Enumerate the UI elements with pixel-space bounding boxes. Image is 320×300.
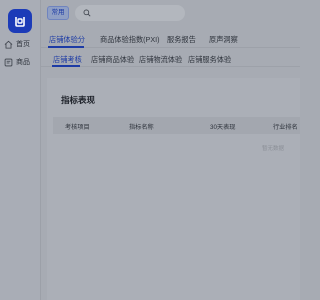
sidebar-item-label: 商品 (16, 59, 30, 66)
app-logo-icon[interactable] (8, 9, 32, 33)
tab-shop-service-experience[interactable]: 店铺服务体验 (188, 55, 231, 65)
product-icon (4, 58, 13, 66)
sidebar-item-label: 首页 (16, 41, 30, 48)
tab-service-report[interactable]: 服务报告 (167, 35, 196, 45)
tab-shop-logistics-experience[interactable]: 店铺物流体验 (139, 55, 182, 65)
tab-shop-experience-score[interactable]: 店铺体验分 (49, 35, 85, 45)
section-title: 指标表现 (61, 95, 96, 105)
logo-glyph-icon (15, 17, 25, 27)
tab-shop-assessment[interactable]: 店铺考核 (53, 55, 82, 65)
main-content: 店铺体验分 商品体验指数(PXI) 服务报告 原声洞察 店铺考核 店铺商品体验 … (41, 28, 300, 300)
secondary-tabs: 店铺考核 店铺商品体验 店铺物流体验 店铺服务体验 (41, 49, 300, 67)
frequent-tag[interactable]: 常用 (47, 6, 69, 20)
tab-shop-product-experience[interactable]: 店铺商品体验 (91, 55, 134, 65)
column-header-industry-rank: 行业排名 (273, 124, 298, 131)
sidebar: 首页 商品 (0, 0, 41, 300)
column-header-30day-performance: 30天表现 (210, 124, 236, 131)
sidebar-item-product[interactable]: 商品 (4, 54, 40, 70)
search-icon (83, 9, 91, 17)
table-header: 考核项目 指标名称 30天表现 行业排名 (53, 117, 300, 134)
tab-voice-insight[interactable]: 原声洞察 (209, 35, 238, 45)
active-tab-indicator (48, 46, 84, 48)
sidebar-item-home[interactable]: 首页 (4, 36, 40, 52)
column-header-assessment-item: 考核项目 (65, 124, 90, 131)
tab-product-experience-index[interactable]: 商品体验指数(PXI) (100, 35, 160, 45)
primary-tabs: 店铺体验分 商品体验指数(PXI) 服务报告 原声洞察 (41, 28, 300, 48)
column-header-metric-name: 指标名称 (129, 124, 154, 131)
metrics-card: 指标表现 考核项目 指标名称 30天表现 行业排名 暂无数据 (47, 78, 300, 300)
empty-state-text: 暂无数据 (261, 146, 284, 152)
active-subtab-indicator (52, 65, 80, 67)
home-icon (4, 40, 13, 49)
search-input[interactable] (75, 5, 185, 21)
top-bar: 常用 (41, 0, 300, 28)
